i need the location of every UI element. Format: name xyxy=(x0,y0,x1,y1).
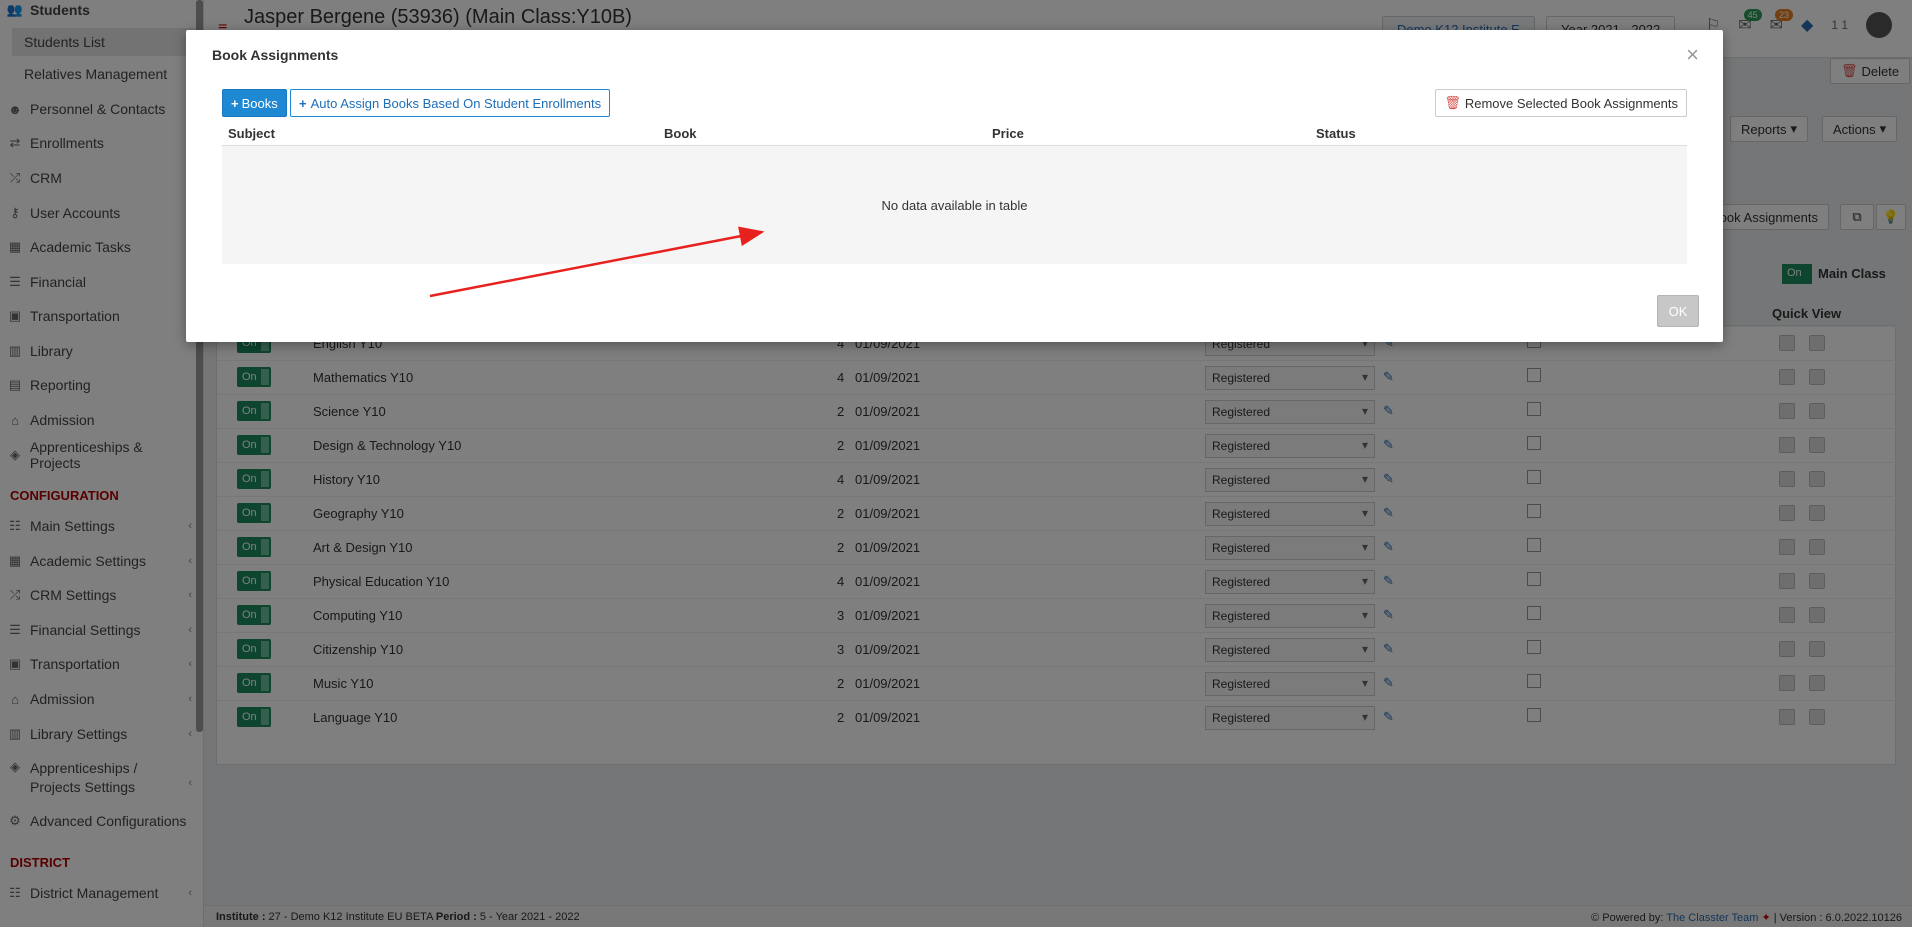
column-price[interactable]: Price xyxy=(992,126,1024,141)
table-body: No data available in table xyxy=(222,146,1687,264)
add-books-button[interactable]: + Books xyxy=(222,89,287,117)
modal-title: Book Assignments xyxy=(212,47,339,63)
auto-assign-books-button[interactable]: + Auto Assign Books Based On Student Enr… xyxy=(290,89,611,117)
column-book[interactable]: Book xyxy=(664,126,697,141)
plus-icon: + xyxy=(231,95,239,111)
ok-button[interactable]: OK xyxy=(1657,295,1699,327)
plus-icon: + xyxy=(299,95,307,111)
trash-icon: 🗑 xyxy=(1444,95,1461,110)
column-status[interactable]: Status xyxy=(1316,126,1356,141)
empty-table-message: No data available in table xyxy=(881,198,1028,213)
close-icon[interactable]: × xyxy=(1686,44,1699,66)
column-subject[interactable]: Subject xyxy=(228,126,275,141)
table-header: Subject Book Price Status xyxy=(222,122,1687,146)
remove-book-assignments-button[interactable]: 🗑 Remove Selected Book Assignments xyxy=(1435,89,1687,117)
book-assignments-modal: Book Assignments × + Books + Auto Assign… xyxy=(186,30,1723,342)
